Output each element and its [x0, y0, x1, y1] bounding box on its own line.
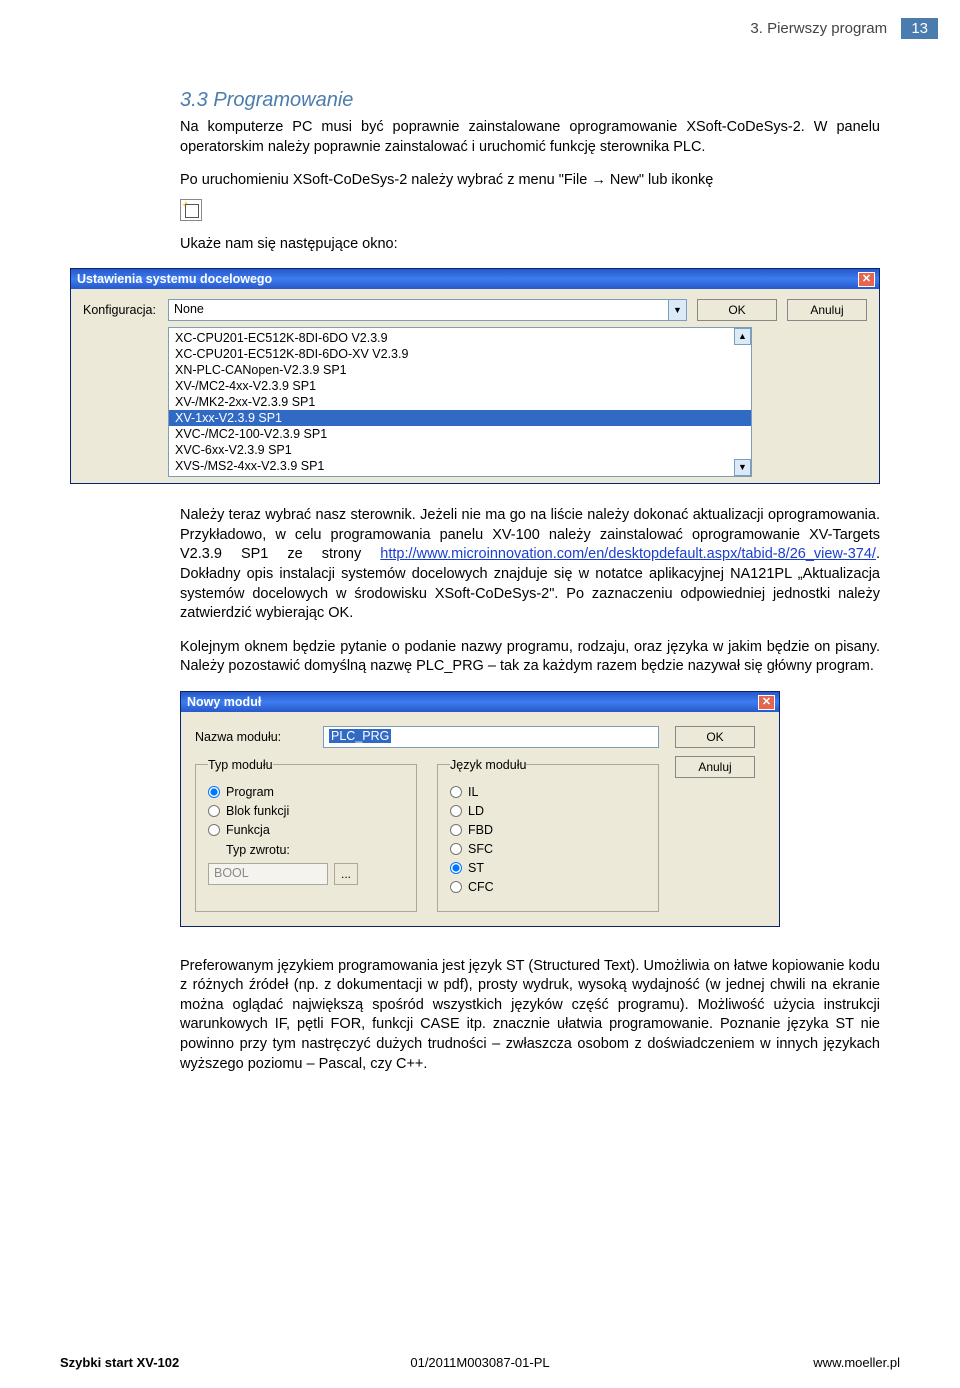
- footer-url: www.moeller.pl: [620, 1355, 900, 1370]
- return-type-label: Typ zwrotu:: [226, 843, 290, 857]
- module-name-label: Nazwa modułu:: [195, 730, 305, 744]
- cancel-button[interactable]: Anuluj: [675, 756, 755, 778]
- page-number: 13: [901, 18, 938, 39]
- paragraph-1: Na komputerze PC musi być poprawnie zain…: [180, 118, 880, 157]
- type-radio[interactable]: Program: [208, 785, 404, 799]
- lang-group: Język modułu IL LD FBD SFC ST CFC: [437, 758, 659, 912]
- settings-window: Ustawienia systemu docelowego ✕ Konfigur…: [70, 268, 880, 484]
- config-option[interactable]: XV-/MK2-2xx-V2.3.9 SP1: [169, 394, 751, 410]
- config-option[interactable]: XN-PLC-CANopen-V2.3.9 SP1: [169, 362, 751, 378]
- lang-radio[interactable]: SFC: [450, 842, 646, 856]
- config-option[interactable]: XV-/MC2-4xx-V2.3.9 SP1: [169, 378, 751, 394]
- section-label: 3. Pierwszy program: [750, 20, 887, 37]
- lang-radio[interactable]: IL: [450, 785, 646, 799]
- lang-radio[interactable]: CFC: [450, 880, 646, 894]
- config-option[interactable]: XV-1xx-V2.3.9 SP1: [169, 410, 751, 426]
- scroll-down-icon[interactable]: ▼: [734, 459, 751, 476]
- page-footer: Szybki start XV-102 01/2011M003087-01-PL…: [0, 1355, 960, 1370]
- footer-title: Szybki start XV-102: [60, 1355, 340, 1370]
- lang-radio[interactable]: ST: [450, 861, 646, 875]
- config-option[interactable]: XC-CPU201-EC512K-8DI-6DO-XV V2.3.9: [169, 346, 751, 362]
- settings-title-text: Ustawienia systemu docelowego: [77, 272, 272, 286]
- section-title: 3.3 Programowanie: [180, 89, 880, 112]
- new-file-icon: [180, 199, 202, 221]
- return-type-input: BOOL: [208, 863, 328, 885]
- config-option[interactable]: XVC-/MC2-100-V2.3.9 SP1: [169, 426, 751, 442]
- ok-button[interactable]: OK: [697, 299, 777, 321]
- close-icon[interactable]: ✕: [858, 272, 875, 287]
- config-input[interactable]: None: [168, 299, 669, 321]
- config-dropdown-list[interactable]: ▲ XC-CPU201-EC512K-8DI-6DO V2.3.9XC-CPU2…: [168, 327, 752, 477]
- download-link[interactable]: http://www.microinnovation.com/en/deskto…: [380, 546, 876, 562]
- type-radio[interactable]: Funkcja: [208, 823, 404, 837]
- lang-group-legend: Język modułu: [450, 758, 526, 772]
- type-radio[interactable]: Blok funkcji: [208, 804, 404, 818]
- settings-titlebar[interactable]: Ustawienia systemu docelowego ✕: [71, 269, 879, 289]
- config-option[interactable]: XVS-/MS2-4xx-V2.3.9 SP1: [169, 458, 751, 474]
- new-module-titlebar[interactable]: Nowy moduł ✕: [181, 692, 779, 712]
- paragraph-4: Należy teraz wybrać nasz sterownik. Jeże…: [180, 506, 880, 623]
- scroll-up-icon[interactable]: ▲: [734, 328, 751, 345]
- paragraph-6: Preferowanym językiem programowania jest…: [180, 957, 880, 1074]
- paragraph-2: Po uruchomieniu XSoft-CoDeSys-2 należy w…: [180, 171, 880, 191]
- config-option[interactable]: XVC-6xx-V2.3.9 SP1: [169, 442, 751, 458]
- cancel-button[interactable]: Anuluj: [787, 299, 867, 321]
- page-header: 3. Pierwszy program 13: [0, 0, 960, 39]
- type-group-legend: Typ modułu: [208, 758, 273, 772]
- dropdown-arrow-icon[interactable]: ▼: [669, 299, 687, 321]
- paragraph-5: Kolejnym oknem będzie pytanie o podanie …: [180, 638, 880, 677]
- module-name-input[interactable]: PLC_PRG: [323, 726, 659, 748]
- close-icon[interactable]: ✕: [758, 695, 775, 710]
- paragraph-3: Ukaże nam się następujące okno:: [180, 235, 880, 255]
- ok-button[interactable]: OK: [675, 726, 755, 748]
- lang-radio[interactable]: LD: [450, 804, 646, 818]
- new-module-window: Nowy moduł ✕ Nazwa modułu: PLC_PRG Typ m…: [180, 691, 780, 927]
- type-group: Typ modułu Program Blok funkcji Funkcja …: [195, 758, 417, 912]
- config-option[interactable]: XC-CPU201-EC512K-8DI-6DO V2.3.9: [169, 330, 751, 346]
- lang-radio[interactable]: FBD: [450, 823, 646, 837]
- config-label: Konfiguracja:: [83, 303, 158, 317]
- footer-docid: 01/2011M003087-01-PL: [340, 1355, 620, 1370]
- new-module-title-text: Nowy moduł: [187, 695, 261, 709]
- browse-button[interactable]: ...: [334, 863, 358, 885]
